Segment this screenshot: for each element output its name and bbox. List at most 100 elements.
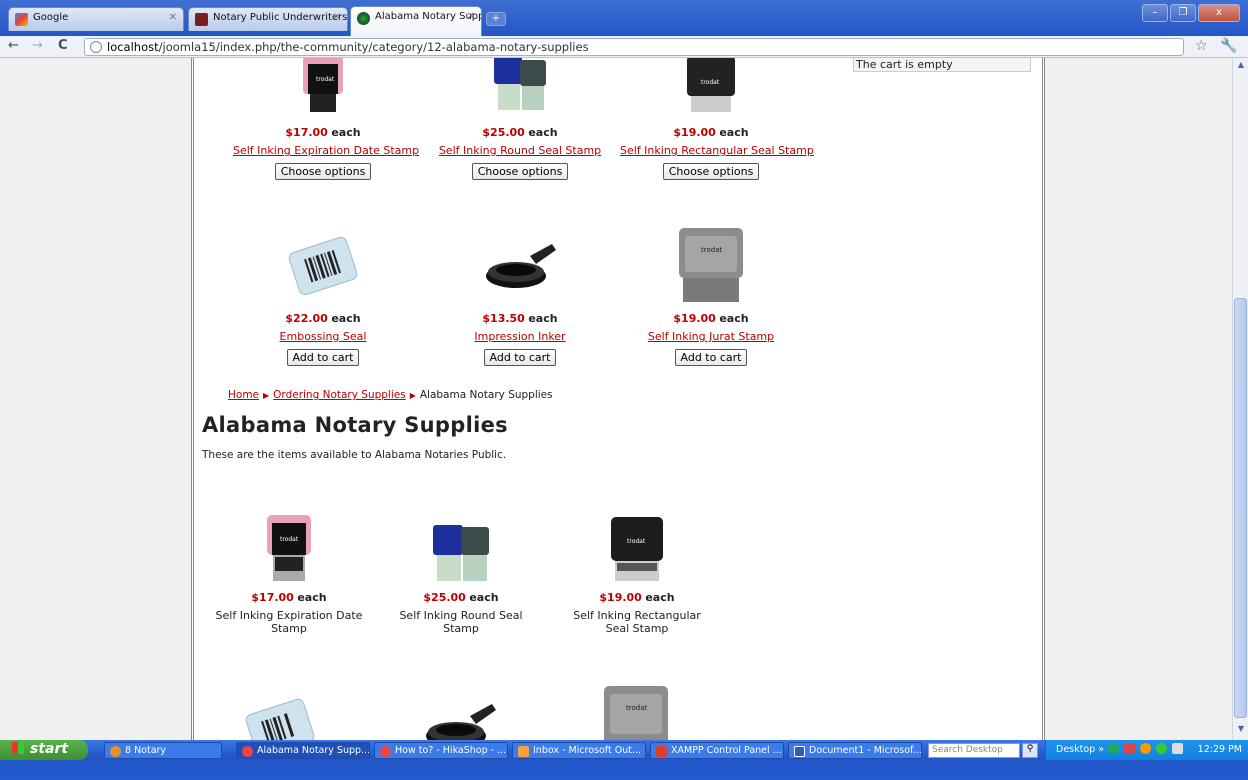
vertical-scrollbar[interactable]: ▲ ▼ xyxy=(1232,58,1248,740)
start-label: start xyxy=(30,741,69,757)
price-unit: each xyxy=(331,312,361,325)
minimize-button[interactable]: – xyxy=(1142,4,1168,22)
price-unit: each xyxy=(719,126,749,139)
window-controls: – ❐ x xyxy=(1142,4,1240,22)
pink-stamp-image[interactable]: trodat xyxy=(298,58,348,116)
embosser-image[interactable] xyxy=(283,226,363,306)
tray-app-icon[interactable] xyxy=(1108,743,1120,754)
tab-alabama-notary-supplies[interactable]: Alabama Notary Supplies ✕ xyxy=(350,6,482,37)
close-tab-icon[interactable]: ✕ xyxy=(169,12,177,23)
taskbar-item[interactable]: 8 Notary xyxy=(104,742,222,759)
product-link[interactable]: Self Inking Jurat Stamp xyxy=(620,330,802,343)
product-price: $25.00 xyxy=(482,126,525,139)
breadcrumb-home[interactable]: Home xyxy=(228,389,259,401)
new-tab-button[interactable]: + xyxy=(486,12,506,26)
black-stamp-image[interactable]: trodat xyxy=(605,513,669,585)
inker-image[interactable] xyxy=(480,226,560,306)
product-link[interactable]: Self Inking Round Seal Stamp xyxy=(430,144,610,157)
price-unit: each xyxy=(469,591,499,604)
add-to-cart-button[interactable]: Add to cart xyxy=(286,349,360,366)
tab-notary-underwriters[interactable]: Notary Public Underwriters, In ✕ xyxy=(188,7,348,31)
taskbar-item[interactable]: XAMPP Control Panel ... xyxy=(650,742,784,759)
add-to-cart-button[interactable]: Add to cart xyxy=(674,349,748,366)
price-unit: each xyxy=(528,312,558,325)
close-tab-icon[interactable]: ✕ xyxy=(467,11,475,22)
product-card: $13.50 each Impression Inker Add to cart xyxy=(430,226,610,366)
black-stamp-image[interactable]: trodat xyxy=(681,58,741,116)
add-to-cart-button[interactable]: Add to cart xyxy=(483,349,557,366)
taskbar-item[interactable]: How to? - HikaShop - ... xyxy=(374,742,508,759)
product-card: trodat $19.00 each Self Inking Jurat Sta… xyxy=(620,226,802,366)
price-unit: each xyxy=(528,126,558,139)
tab-label: Google xyxy=(33,12,69,23)
grey-stamp-image[interactable]: trodat xyxy=(600,684,672,740)
svg-text:trodat: trodat xyxy=(701,79,720,86)
price-unit: each xyxy=(297,591,327,604)
cart-module: The cart is empty xyxy=(853,58,1031,72)
grey-stamp-image[interactable]: trodat xyxy=(671,226,751,306)
desktop-toolbar-label[interactable]: Desktop xyxy=(1056,744,1095,755)
product-link[interactable]: Impression Inker xyxy=(430,330,610,343)
desktop-search-input[interactable]: Search Desktop xyxy=(928,743,1020,758)
task-label: 8 Notary xyxy=(125,745,167,756)
wrench-menu-icon[interactable]: 🔧 xyxy=(1220,38,1237,54)
taskbar-item[interactable]: Alabama Notary Supp... xyxy=(236,742,370,759)
inker-image[interactable] xyxy=(420,688,500,740)
url-path: /joomla15/index.php/the-community/catego… xyxy=(158,40,589,54)
choose-options-button[interactable]: Choose options xyxy=(274,163,372,180)
embosser-image[interactable] xyxy=(240,688,320,740)
task-label: Document1 - Microsof... xyxy=(809,745,922,756)
tab-google[interactable]: Google ✕ xyxy=(8,7,184,31)
choose-options-button[interactable]: Choose options xyxy=(662,163,760,180)
product-link[interactable]: Self Inking Rectangular Seal Stamp xyxy=(620,144,814,157)
product-price: $17.00 xyxy=(251,591,294,604)
blue-stamp-image[interactable] xyxy=(490,58,550,116)
scroll-thumb[interactable] xyxy=(1234,298,1247,718)
close-tab-icon[interactable]: ✕ xyxy=(333,12,341,23)
address-bar[interactable]: localhost/joomla15/index.php/the-communi… xyxy=(84,38,1184,56)
close-window-button[interactable]: x xyxy=(1198,4,1240,22)
product-link[interactable]: Embossing Seal xyxy=(233,330,413,343)
product-name[interactable]: Self Inking Expiration Date Stamp xyxy=(214,609,364,635)
product-price: $19.00 xyxy=(673,126,716,139)
google-favicon-icon xyxy=(15,13,28,26)
product-link[interactable]: Self Inking Expiration Date Stamp xyxy=(233,144,419,157)
tray-volume-icon[interactable] xyxy=(1172,743,1184,754)
product-name[interactable]: Self Inking Round Seal Stamp xyxy=(386,609,536,635)
svg-text:trodat: trodat xyxy=(280,536,299,543)
tray-outlook-icon[interactable] xyxy=(1140,743,1152,754)
blue-stamp-image[interactable] xyxy=(429,513,493,585)
svg-text:trodat: trodat xyxy=(626,704,647,712)
svg-text:trodat: trodat xyxy=(316,76,335,83)
scroll-up-icon[interactable]: ▲ xyxy=(1234,60,1248,74)
product-card: $25.00 each Self Inking Round Seal Stamp xyxy=(386,513,536,635)
toolbar: ← → C localhost/joomla15/index.php/the-c… xyxy=(0,36,1248,58)
product-price: $19.00 xyxy=(673,312,716,325)
product-card: $22.00 each Embossing Seal Add to cart xyxy=(233,226,413,366)
taskbar-item[interactable]: Document1 - Microsof... xyxy=(788,742,922,759)
breadcrumb-parent[interactable]: Ordering Notary Supplies xyxy=(273,389,406,401)
restore-button[interactable]: ❐ xyxy=(1170,4,1196,22)
reload-icon[interactable]: C xyxy=(58,38,68,53)
choose-options-button[interactable]: Choose options xyxy=(471,163,569,180)
pink-stamp-image[interactable]: trodat xyxy=(259,513,319,585)
tab-label: Notary Public Underwriters, In xyxy=(213,12,348,23)
forward-icon[interactable]: → xyxy=(32,38,43,53)
clock: 12:29 PM xyxy=(1197,744,1242,755)
tray-xampp-icon[interactable] xyxy=(1124,743,1136,754)
back-icon[interactable]: ← xyxy=(8,38,19,53)
scroll-down-icon[interactable]: ▼ xyxy=(1234,724,1248,738)
task-label: How to? - HikaShop - ... xyxy=(395,745,507,756)
cart-status: The cart is empty xyxy=(856,58,953,71)
product-name[interactable]: Self Inking Rectangular Seal Stamp xyxy=(562,609,712,635)
breadcrumb-arrow-icon: ▶ xyxy=(409,391,416,400)
taskbar: start 8 Notary Alabama Notary Supp... Ho… xyxy=(0,740,1248,780)
price-unit: each xyxy=(645,591,675,604)
search-icon[interactable]: ⚲ xyxy=(1022,743,1038,758)
tray-network-icon[interactable] xyxy=(1156,743,1168,754)
product-card: trodat $19.00 each Self Inking Rectangul… xyxy=(620,58,814,180)
bookmark-star-icon[interactable]: ☆ xyxy=(1195,38,1208,54)
taskbar-item[interactable]: Inbox - Microsoft Out... xyxy=(512,742,646,759)
chrome-icon xyxy=(242,746,253,757)
start-button[interactable]: start xyxy=(0,740,88,760)
